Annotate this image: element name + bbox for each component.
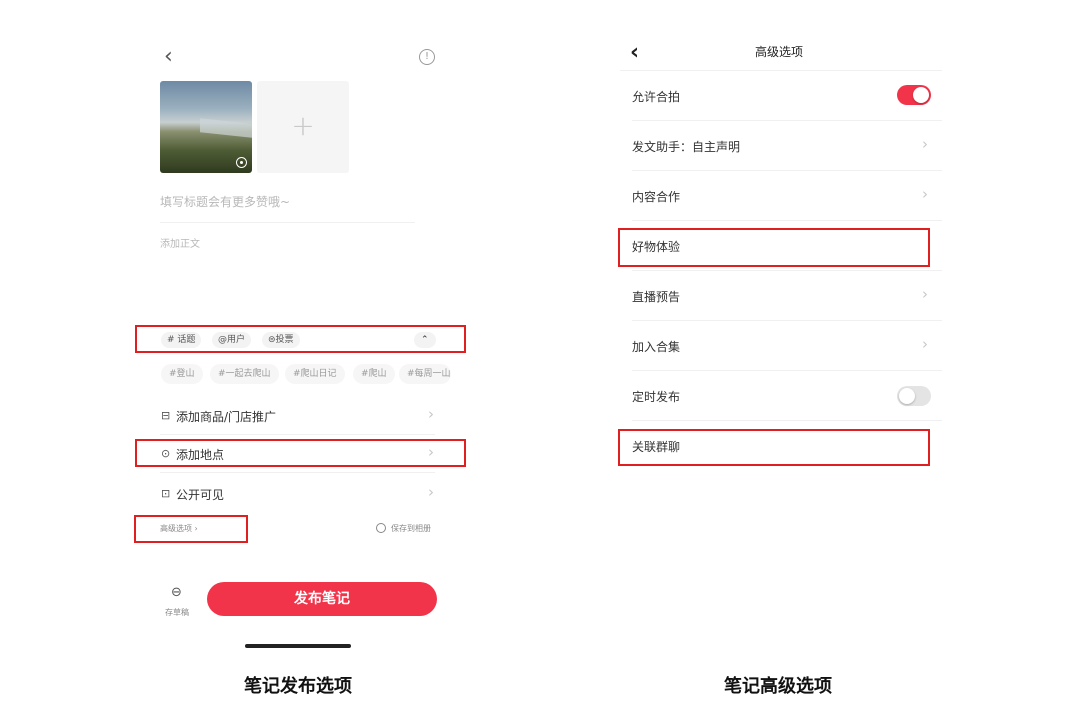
divider xyxy=(160,434,435,435)
add-to-collection-row[interactable]: 加入合集 xyxy=(632,338,680,355)
divider xyxy=(632,420,942,421)
highlight-box-group-chat xyxy=(618,429,930,466)
chevron-right-icon: › xyxy=(428,483,434,501)
divider xyxy=(632,370,942,371)
bag-icon: ⊟ xyxy=(161,409,171,422)
toggle-knob xyxy=(913,87,929,103)
save-to-album-label[interactable]: 保存到相册 xyxy=(391,523,431,534)
visibility-row[interactable]: 公开可见 xyxy=(176,486,224,503)
tag-item[interactable]: #爬山 xyxy=(353,364,395,384)
radio-icon[interactable] xyxy=(376,523,386,533)
thumbnail-river xyxy=(200,118,252,138)
body-input[interactable]: 添加正文 xyxy=(160,235,200,250)
add-product-row[interactable]: 添加商品/门店推广 xyxy=(176,408,276,425)
content-collab-row[interactable]: 内容合作 xyxy=(632,188,680,205)
scheduled-post-toggle[interactable] xyxy=(897,386,931,406)
divider xyxy=(620,70,942,71)
divider xyxy=(632,120,942,121)
chevron-right-icon: › xyxy=(922,285,928,303)
chevron-right-icon: › xyxy=(428,405,434,423)
title-input[interactable]: 填写标题会有更多赞哦~ xyxy=(160,193,290,210)
info-icon[interactable]: ! xyxy=(419,49,435,65)
back-arrow-icon[interactable]: ‹ xyxy=(630,40,639,65)
tag-item[interactable]: #一起去爬山 xyxy=(210,364,279,384)
divider xyxy=(160,222,415,223)
live-preview-row[interactable]: 直播预告 xyxy=(632,288,680,305)
highlight-box-location xyxy=(135,439,466,467)
lock-icon: ⊡ xyxy=(161,487,171,500)
home-indicator xyxy=(245,644,351,648)
chevron-right-icon: › xyxy=(922,185,928,203)
divider xyxy=(632,270,942,271)
tag-item[interactable]: #爬山日记 xyxy=(285,364,345,384)
plus-icon: + xyxy=(291,109,315,142)
caption-left: 笔记发布选项 xyxy=(244,676,352,697)
toggle-knob xyxy=(899,388,915,404)
back-arrow-icon[interactable]: ‹ xyxy=(164,44,173,69)
tag-item[interactable]: #每周一山 xyxy=(399,364,451,384)
posting-assistant-row[interactable]: 发文助手：自主声明 xyxy=(632,138,740,155)
highlight-box-product-trial xyxy=(618,228,930,267)
divider xyxy=(632,220,942,221)
chevron-right-icon: › xyxy=(922,335,928,353)
add-image-button[interactable]: + xyxy=(257,81,349,173)
photo-thumbnail[interactable] xyxy=(160,81,252,173)
allow-duet-toggle[interactable] xyxy=(897,85,931,105)
divider xyxy=(632,170,942,171)
live-photo-icon[interactable] xyxy=(236,157,247,168)
draft-box-icon[interactable]: ⊖ xyxy=(171,585,182,600)
save-draft-label[interactable]: 存草稿 xyxy=(165,607,189,618)
divider xyxy=(160,472,435,473)
allow-duet-row: 允许合拍 xyxy=(632,90,681,104)
highlight-box-chips xyxy=(135,325,466,353)
chevron-right-icon: › xyxy=(922,135,928,153)
highlight-box-advanced xyxy=(134,515,248,543)
publish-button[interactable]: 发布笔记 xyxy=(207,582,437,616)
divider xyxy=(632,320,942,321)
page-title: 高级选项 xyxy=(755,45,804,59)
caption-right: 笔记高级选项 xyxy=(724,676,832,697)
tag-item[interactable]: #登山 xyxy=(161,364,203,384)
scheduled-post-row: 定时发布 xyxy=(632,390,681,404)
